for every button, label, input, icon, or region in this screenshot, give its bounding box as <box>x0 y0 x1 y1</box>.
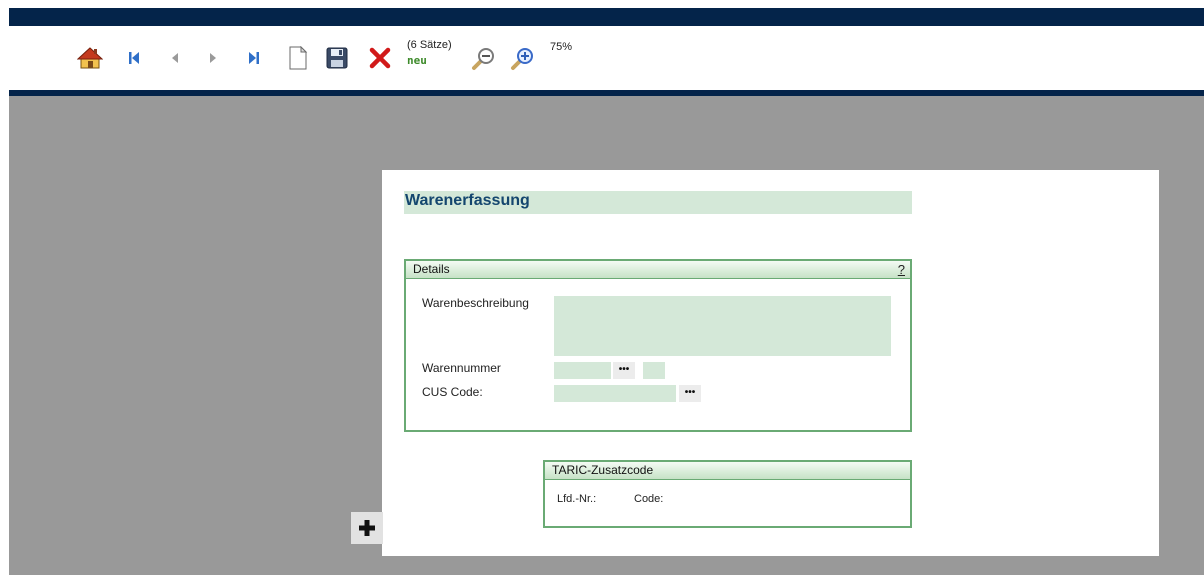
details-panel-header: Details ? <box>406 261 910 279</box>
first-record-button[interactable] <box>121 44 147 72</box>
plus-icon <box>359 520 375 536</box>
last-record-icon <box>249 52 259 64</box>
delete-button[interactable] <box>367 44 393 72</box>
new-document-icon <box>289 46 308 70</box>
warennummer-label: Warennummer <box>422 361 501 375</box>
warenbeschreibung-field[interactable] <box>554 296 891 356</box>
first-record-icon <box>129 52 139 64</box>
previous-record-button[interactable] <box>162 44 188 72</box>
left-border <box>0 0 9 575</box>
home-icon <box>77 47 103 69</box>
cus-code-lookup-button[interactable]: ••• <box>679 385 701 402</box>
top-header-bar <box>9 8 1204 26</box>
help-link[interactable]: ? <box>898 261 905 278</box>
close-icon <box>369 47 391 69</box>
code-label: Code: <box>634 493 664 505</box>
zoom-in-icon <box>511 48 533 70</box>
taric-panel-title: TARIC-Zusatzcode <box>552 463 654 477</box>
taric-panel: TARIC-Zusatzcode <box>543 460 912 528</box>
home-button[interactable] <box>77 44 103 72</box>
next-record-icon <box>210 53 216 63</box>
new-record-button[interactable] <box>285 44 311 72</box>
last-record-button[interactable] <box>241 44 267 72</box>
warennummer-field[interactable] <box>554 362 611 379</box>
page-title: Warenerfassung <box>404 191 912 214</box>
record-state: neu <box>407 54 427 67</box>
warenbeschreibung-label: Warenbeschreibung <box>422 296 529 310</box>
previous-record-icon <box>172 53 178 63</box>
zoom-out-button[interactable] <box>471 44 497 72</box>
details-panel-title: Details <box>413 262 450 276</box>
toolbar <box>9 26 1204 90</box>
cus-code-label: CUS Code: <box>422 385 483 399</box>
zoom-in-button[interactable] <box>510 44 536 72</box>
record-count: (6 Sätze) <box>407 39 452 51</box>
warennummer-suffix-field[interactable] <box>643 362 665 379</box>
save-button[interactable] <box>324 44 350 72</box>
zoom-level: 75% <box>550 41 573 53</box>
zoom-out-icon <box>472 48 494 70</box>
lfd-nr-label: Lfd.-Nr.: <box>557 493 597 505</box>
next-record-button[interactable] <box>200 44 226 72</box>
cus-code-field[interactable] <box>554 385 676 402</box>
taric-panel-header: TARIC-Zusatzcode <box>545 462 910 480</box>
save-icon <box>326 47 348 69</box>
warennummer-lookup-button[interactable]: ••• <box>613 362 635 379</box>
add-button[interactable] <box>351 512 383 544</box>
